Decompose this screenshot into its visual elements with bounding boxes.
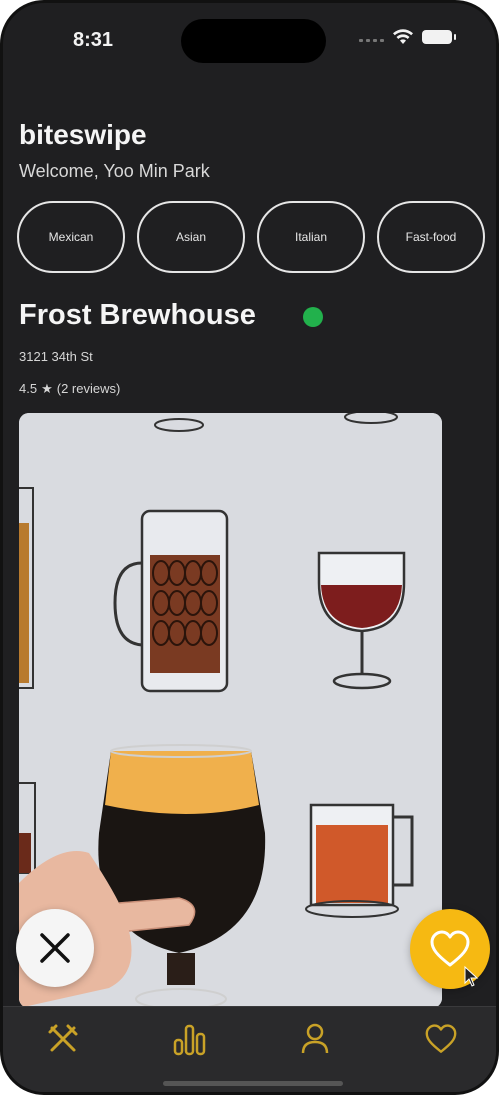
heart-icon <box>425 1024 457 1053</box>
wifi-icon <box>393 29 413 44</box>
review-count: (2 reviews) <box>56 381 121 396</box>
home-indicator[interactable] <box>163 1081 343 1086</box>
tab-restaurants[interactable] <box>43 1021 83 1057</box>
dislike-button[interactable] <box>16 909 94 987</box>
restaurant-photo-card[interactable] <box>19 413 442 1008</box>
restaurant-address: 3121 34th St <box>19 349 93 364</box>
rating-value: 4.5 <box>19 381 38 396</box>
restaurant-rating: 4.5 ★ (2 reviews) <box>19 381 120 397</box>
heart-icon <box>430 930 470 967</box>
tab-favorites[interactable] <box>421 1021 461 1057</box>
category-chip-asian[interactable]: Asian <box>137 201 245 273</box>
category-chip-fast-food[interactable]: Fast-food <box>377 201 485 273</box>
close-icon <box>40 933 70 963</box>
tab-stats[interactable] <box>170 1021 210 1057</box>
status-time: 8:31 <box>73 29 114 51</box>
bar-chart-icon <box>173 1024 206 1056</box>
utensils-icon <box>48 1024 78 1052</box>
phone-screen: 8:31 biteswipe Welcome, Yoo Min Park Mex… <box>0 0 499 1095</box>
app-title: biteswipe <box>19 119 147 150</box>
user-icon <box>301 1023 329 1054</box>
restaurant-name: Frost Brewhouse <box>19 299 256 331</box>
tab-profile[interactable] <box>295 1021 335 1057</box>
status-icons <box>359 29 456 45</box>
category-chips: Mexican Asian Italian Fast-food <box>17 201 496 273</box>
category-chip-italian[interactable]: Italian <box>257 201 365 273</box>
battery-icon <box>422 30 456 44</box>
category-chip-mexican[interactable]: Mexican <box>17 201 125 273</box>
dynamic-island <box>181 19 326 63</box>
mouse-cursor-icon <box>464 965 479 987</box>
beer-glasses-illustration <box>19 413 442 1008</box>
signal-icon <box>359 32 384 42</box>
open-status-dot <box>303 307 323 327</box>
welcome-text: Welcome, Yoo Min Park <box>19 161 210 181</box>
star-icon: ★ <box>41 381 53 396</box>
